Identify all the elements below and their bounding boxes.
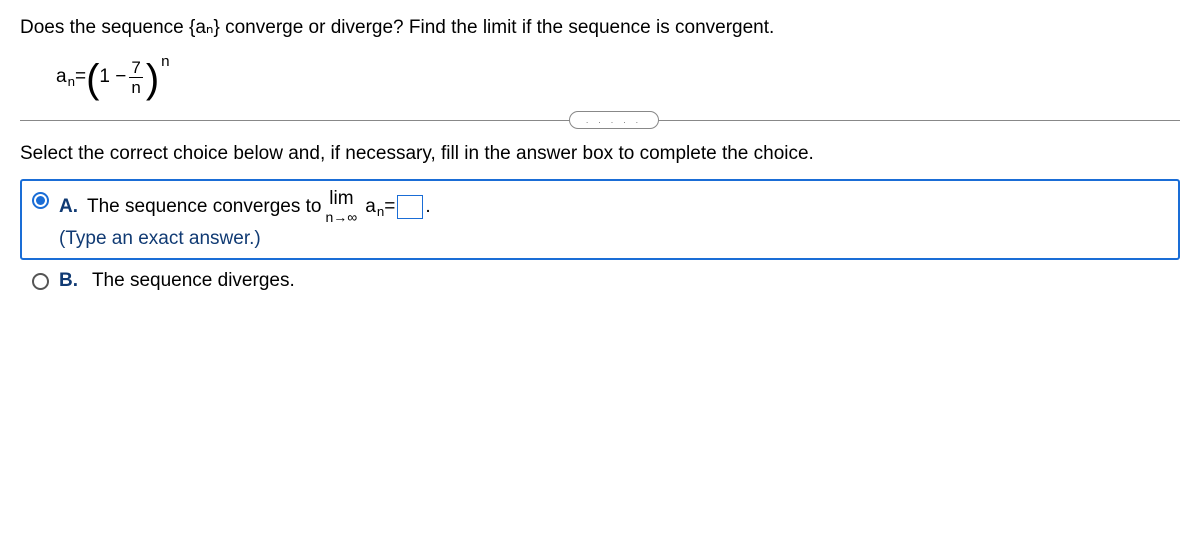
formula-lhs-sub: n — [68, 74, 75, 89]
choice-b-text: The sequence diverges. — [92, 270, 295, 291]
choice-a-hint: (Type an exact answer.) — [59, 228, 1168, 250]
lim-an-base: a — [365, 196, 376, 217]
frac-den: n — [129, 77, 142, 96]
choice-a-text-pre: The sequence converges to — [87, 196, 322, 218]
formula-eq: = — [75, 66, 86, 88]
question-text: Does the sequence {aₙ} converge or diver… — [20, 16, 1180, 39]
frac-num: 7 — [129, 59, 142, 77]
radio-b[interactable] — [32, 273, 49, 290]
left-paren-icon: ( — [86, 59, 99, 99]
choice-a-label: A. — [59, 196, 79, 218]
choice-a[interactable]: A. The sequence converges to lim n→∞ an … — [20, 179, 1180, 260]
section-divider: . . . . . — [20, 111, 1180, 129]
sequence-formula: an = ( 1 − 7 n ) n — [56, 57, 1180, 97]
choice-group: A. The sequence converges to lim n→∞ an … — [20, 179, 1180, 302]
formula-exp: n — [161, 53, 169, 70]
lim-bot: n→∞ — [326, 210, 358, 224]
lim-top: lim — [329, 189, 353, 208]
answer-input[interactable] — [397, 195, 423, 219]
formula-lhs-base: a — [56, 66, 67, 88]
choice-b-label: B. — [59, 270, 79, 292]
formula-lead: 1 − — [99, 66, 126, 88]
lim-an-sub: n — [377, 204, 384, 219]
lim-period: . — [425, 196, 430, 218]
formula-fraction: 7 n — [129, 59, 142, 96]
instruction-text: Select the correct choice below and, if … — [20, 143, 1180, 165]
limit-expression: lim n→∞ — [326, 189, 358, 224]
divider-dots-icon: . . . . . — [569, 111, 659, 129]
lim-eq: = — [384, 196, 395, 218]
choice-b[interactable]: B. The sequence diverges. — [20, 260, 1180, 302]
right-paren-icon: ) — [146, 59, 159, 99]
radio-a[interactable] — [32, 192, 49, 209]
